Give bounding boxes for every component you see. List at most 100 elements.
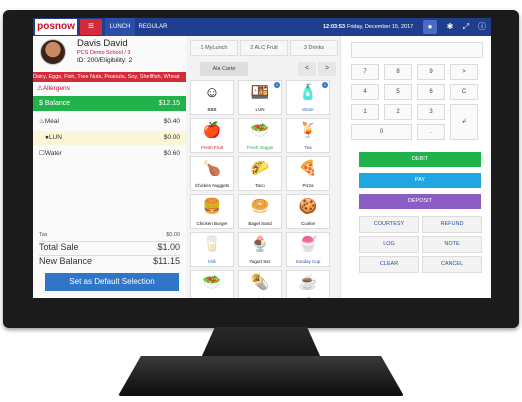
prev-page-button[interactable]: <: [298, 62, 316, 76]
balance-value: $12.15: [158, 100, 180, 107]
key-1[interactable]: 1: [351, 104, 379, 120]
menu-item-label: Cookie: [300, 221, 315, 226]
menu-item-sunday-cup[interactable]: 🍧 Sunday Cup: [286, 232, 330, 267]
info-icon[interactable]: ⓘ: [475, 20, 489, 34]
menu-item-label: Fresh Veggie: [246, 145, 274, 150]
menu-item-yogurt-8oz[interactable]: 🍨 Yogurt 8oz: [238, 232, 282, 267]
menu-item-water[interactable]: 🧴 Water 1: [286, 80, 330, 115]
tax-label: Tax: [39, 232, 48, 238]
posnow-logo: posnow: [35, 19, 77, 35]
item-count-badge: 1: [274, 82, 280, 88]
menu-item-cookie[interactable]: 🍪 Cookie: [286, 194, 330, 229]
menu-item-chicken-burger[interactable]: 🍔 Chicken Burger: [190, 194, 234, 229]
allergens-label[interactable]: ⚠Allergens: [37, 84, 70, 92]
key-enter[interactable]: ↲: [450, 104, 478, 140]
food-icon: 🍨: [250, 236, 270, 253]
key-4[interactable]: 4: [351, 84, 379, 100]
cart-row-value: $0.00: [163, 134, 180, 141]
key-next[interactable]: >: [450, 64, 478, 80]
menu-item-label: LUN: [255, 107, 265, 112]
cart-row-lun[interactable]: ●LUN $0.00: [33, 131, 186, 145]
allergy-banner: Dairy, Eggs, Fish, Tree Nuts, Peanuts, S…: [33, 72, 186, 82]
expand-icon[interactable]: ⤢: [459, 20, 473, 34]
balance-label: $ Balance: [39, 100, 71, 107]
menu-item-greek-wrap[interactable]: 🌯 Greek Wrap: [238, 270, 282, 298]
key-8[interactable]: 8: [384, 64, 412, 80]
key-0[interactable]: 0: [351, 124, 412, 140]
key-2[interactable]: 2: [384, 104, 412, 120]
food-icon: 🍗: [202, 160, 222, 177]
payment-panel: 7 8 9 >4 5 6 C 1 2 3 0. ↲ DEBIT PAY DEPOSIT COURTESY R…: [340, 36, 491, 298]
tab-drinks[interactable]: 3 Drinks: [290, 40, 338, 56]
menu-item-taco[interactable]: 🌮 Taco: [238, 156, 282, 191]
menu-item-label: Water: [302, 107, 314, 112]
menu-item-chicken-nuggets[interactable]: 🍗 Chicken Nuggets: [190, 156, 234, 191]
menu-panel: 1 MyLunch 2 ALC Fruit 3 Drinks Ala Carte…: [186, 36, 340, 298]
student-id: ID: 200/Eligibility: 2: [77, 57, 133, 64]
user-icon[interactable]: ●: [423, 20, 437, 34]
menu-item-label: Bagel Sand: [248, 221, 272, 226]
menu-item-pizza[interactable]: 🍕 Pizza: [286, 156, 330, 191]
menu-item-label: Coffee: [287, 297, 329, 298]
menu-item-lun[interactable]: 🍱 LUN 1: [238, 80, 282, 115]
menu-item-bbb[interactable]: ☺ BBB: [190, 80, 234, 115]
tab-mylunch[interactable]: 1 MyLunch: [190, 40, 238, 56]
key-dot[interactable]: .: [417, 124, 445, 140]
student-name: Davis David: [77, 38, 128, 49]
deposit-button[interactable]: DEPOSIT: [359, 194, 481, 209]
food-icon: 🥗: [202, 274, 222, 291]
tab-lunch[interactable]: LUNCH: [105, 18, 135, 36]
key-6[interactable]: 6: [417, 84, 445, 100]
menu-item-label: Milk: [208, 259, 216, 264]
clear-button[interactable]: CLEAR: [359, 256, 419, 273]
gear-icon[interactable]: ✱: [443, 20, 457, 34]
tab-regular[interactable]: REGULAR: [137, 18, 169, 36]
menu-item-label: Pizza: [302, 183, 314, 188]
key-c[interactable]: C: [450, 84, 478, 100]
log-button[interactable]: LOG: [359, 236, 419, 253]
clock-time: 12:03:53: [323, 24, 346, 30]
menu-item-milk[interactable]: 🥛 Milk: [190, 232, 234, 267]
new-balance-label: New Balance: [39, 256, 93, 266]
total-sale-value: $1.00: [157, 242, 180, 252]
total-sale-row: Total Sale $1.00: [39, 241, 180, 255]
monitor-stand-base: [118, 356, 404, 396]
top-bar: posnow ≡ LUNCH REGULAR 12:03:53 Friday, …: [33, 18, 491, 36]
clock-date: Friday, December 15, 2017: [347, 24, 414, 30]
category-label[interactable]: Ala Carte: [200, 62, 248, 76]
new-balance-value: $11.15: [153, 256, 180, 266]
menu-item-tea[interactable]: 🍹 Tea: [286, 118, 330, 153]
cart-row-water[interactable]: ☐Water $0.60: [33, 147, 186, 161]
cart-row-label: LUN: [48, 134, 62, 141]
menu-item-label: Tea: [304, 145, 312, 150]
set-default-button[interactable]: Set as Default Selection: [45, 273, 179, 291]
pay-button[interactable]: PAY: [359, 173, 481, 188]
menu-item-salad[interactable]: 🥗 Salad: [190, 270, 234, 298]
menu-item-fresh-veggie[interactable]: 🥗 Fresh Veggie: [238, 118, 282, 153]
menu-item-label: Sunday Cup: [295, 259, 321, 264]
total-sale-label: Total Sale: [39, 242, 79, 252]
key-7[interactable]: 7: [351, 64, 379, 80]
hamburger-icon[interactable]: ≡: [80, 19, 102, 35]
menu-item-fresh-fruit[interactable]: 🍎 Fresh Fruit: [190, 118, 234, 153]
order-panel: Davis David PCS Demo School / 3 ID: 200/…: [33, 36, 187, 298]
key-3[interactable]: 3: [417, 104, 445, 120]
key-9[interactable]: 9: [417, 64, 445, 80]
debit-button[interactable]: DEBIT: [359, 152, 481, 167]
menu-item-bagel-sand[interactable]: 🥯 Bagel Sand: [238, 194, 282, 229]
refund-button[interactable]: REFUND: [422, 216, 482, 233]
cancel-button[interactable]: CANCEL: [422, 256, 482, 273]
food-icon: 🥛: [202, 236, 222, 253]
food-icon: 🍕: [298, 160, 318, 177]
note-button[interactable]: NOTE: [422, 236, 482, 253]
pos-screen: posnow ≡ LUNCH REGULAR 12:03:53 Friday, …: [33, 18, 491, 298]
menu-item-coffee[interactable]: ☕ Coffee: [286, 270, 330, 298]
key-5[interactable]: 5: [384, 84, 412, 100]
food-icon: 🍧: [298, 236, 318, 253]
next-page-button[interactable]: >: [318, 62, 336, 76]
courtesy-button[interactable]: COURTESY: [359, 216, 419, 233]
menu-item-label: Fresh Fruit: [201, 145, 223, 150]
tab-alc-fruit[interactable]: 2 ALC Fruit: [240, 40, 288, 56]
item-count-badge: 1: [322, 82, 328, 88]
cart-row-meal[interactable]: ♨Meal $0.40: [33, 115, 186, 129]
